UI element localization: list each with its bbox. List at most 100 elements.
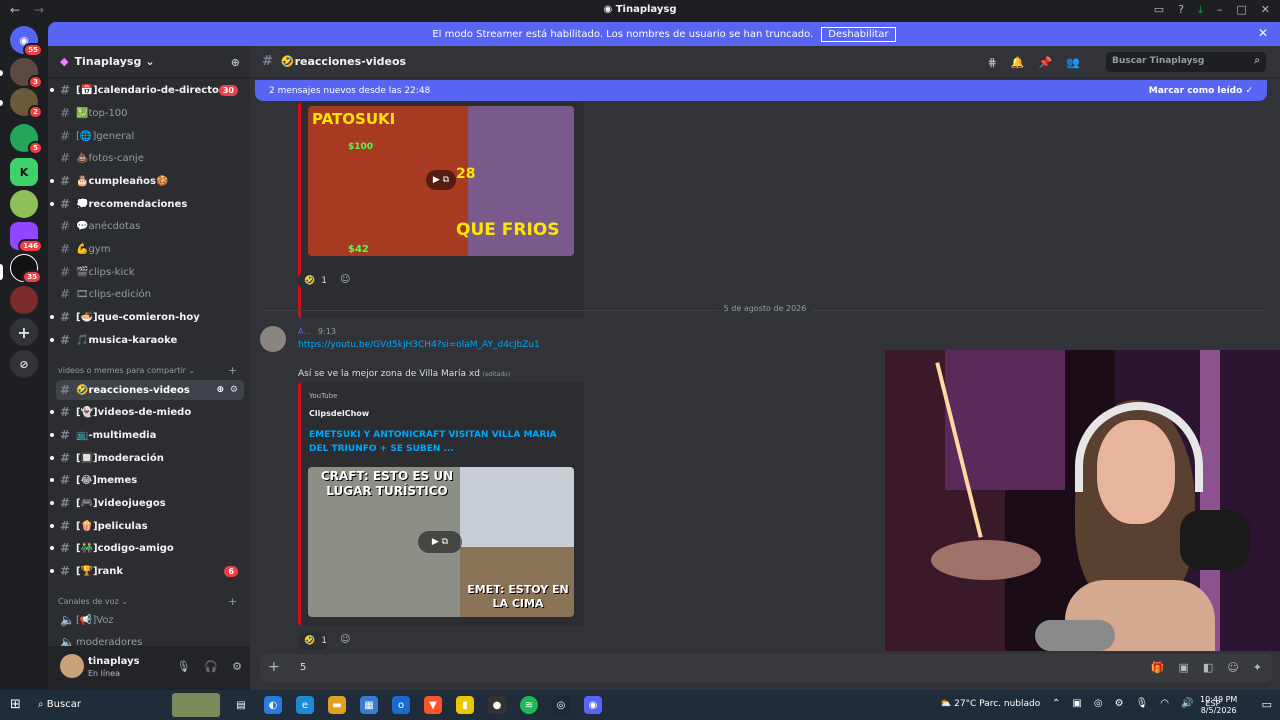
clock[interactable]: 10:49 PM 8/5/2026: [1200, 694, 1237, 716]
server-icon[interactable]: [10, 286, 38, 314]
notes-icon[interactable]: ▮: [456, 696, 474, 714]
discover-icon[interactable]: ⊘: [10, 350, 38, 378]
chevron-up-icon[interactable]: ⌃: [1052, 698, 1060, 709]
help-icon[interactable]: ?: [1178, 3, 1184, 17]
add-server-button[interactable]: +: [10, 318, 38, 346]
disable-streamer-button[interactable]: Deshabilitar: [821, 26, 896, 42]
voice-channel-item[interactable]: 🔈 [📢]Voz: [56, 610, 244, 630]
channel-item[interactable]: # [🔲]moderación: [50, 448, 244, 468]
spotify-icon[interactable]: ≋: [520, 696, 538, 714]
channel-item[interactable]: # [🌐]general: [56, 126, 244, 146]
server-icon[interactable]: [10, 190, 38, 218]
steam-icon[interactable]: ◎: [552, 696, 570, 714]
message-author[interactable]: A...: [298, 327, 311, 336]
channel-item[interactable]: # 📺-multimedia: [50, 425, 244, 445]
bell-icon[interactable]: 🔔: [1011, 56, 1025, 69]
close-icon[interactable]: ✕: [1258, 26, 1268, 40]
channel-item[interactable]: # 💬anécdotas: [56, 216, 244, 236]
new-messages-bar[interactable]: 2 mensajes nuevos desde las 22:48 Marcar…: [255, 80, 1267, 101]
channel-item[interactable]: # [👻]videos-de-miedo: [50, 402, 244, 422]
channel-item[interactable]: # [👬]codigo-amigo: [50, 538, 244, 558]
add-reaction-icon[interactable]: ☺: [340, 274, 350, 285]
volume-icon[interactable]: 🔊: [1181, 698, 1193, 709]
taskbar-search[interactable]: ⌕ Buscar: [38, 699, 81, 710]
tray-app-icon[interactable]: ▣: [1072, 698, 1081, 709]
channel-item[interactable]: # [🎮]videojuegos: [50, 493, 244, 513]
brave-icon[interactable]: ▼: [424, 696, 442, 714]
discord-icon[interactable]: ◉: [584, 696, 602, 714]
file-explorer-icon[interactable]: ▬: [328, 696, 346, 714]
inbox-icon[interactable]: ▭: [1154, 3, 1164, 17]
embed-author[interactable]: ClipsdelChow: [309, 409, 369, 418]
channel-item[interactable]: # 🎂cumpleaños🍪: [50, 171, 244, 191]
mark-read-button[interactable]: Marcar como leído ✓: [1149, 86, 1253, 96]
microphone-icon[interactable]: 🎙: [176, 660, 190, 673]
twitch-server-icon[interactable]: 146: [10, 222, 43, 253]
emoji-icon[interactable]: ☺: [1227, 661, 1238, 674]
edge-icon[interactable]: e: [296, 696, 314, 714]
obs-icon[interactable]: ●: [488, 696, 506, 714]
category-header[interactable]: videos o memes para compartir ⌄ +: [58, 364, 237, 377]
windows-start-icon[interactable]: ⊞: [10, 697, 21, 712]
tray-app-icon[interactable]: ◎: [1094, 698, 1103, 709]
download-icon[interactable]: ⤓: [1198, 3, 1203, 17]
server-icon[interactable]: 5: [10, 124, 43, 155]
invite-icon[interactable]: ⊕: [216, 385, 224, 395]
channel-item[interactable]: # 🎵musica-karaoke: [50, 330, 244, 350]
category-header[interactable]: Canales de voz ⌄ +: [58, 595, 237, 608]
channel-item[interactable]: # [📅]calendario-de-directo 30: [50, 80, 244, 100]
invite-people-icon[interactable]: ⊕: [231, 56, 240, 69]
outlook-icon[interactable]: o: [392, 696, 410, 714]
maximize-button[interactable]: □: [1236, 3, 1246, 17]
sticker-icon[interactable]: ◧: [1203, 661, 1213, 674]
avatar[interactable]: [260, 326, 286, 352]
store-icon[interactable]: ▦: [360, 696, 378, 714]
gif-icon[interactable]: ▣: [1179, 661, 1189, 674]
create-channel-icon[interactable]: +: [228, 595, 237, 608]
headphones-icon[interactable]: 🎧: [204, 660, 218, 673]
channel-item[interactable]: # 💩fotos-canje: [56, 148, 244, 168]
server-icon[interactable]: 2: [10, 88, 43, 119]
channel-item[interactable]: # 💭recomendaciones: [50, 194, 244, 214]
message-input[interactable]: + 5 🎁 ▣ ◧ ☺ ✦: [260, 654, 1272, 682]
server-icon[interactable]: 3: [10, 58, 43, 89]
channel-item[interactable]: # 🎞clips-edición: [56, 284, 244, 304]
attach-plus-icon[interactable]: +: [268, 659, 280, 675]
channel-item[interactable]: # [🍜]que-comieron-hoy: [50, 307, 244, 327]
channel-item[interactable]: # 💹top-100: [56, 103, 244, 123]
gear-icon[interactable]: ⚙: [232, 660, 242, 673]
avatar[interactable]: [60, 654, 84, 678]
channel-item[interactable]: # 💪gym: [56, 239, 244, 259]
threads-icon[interactable]: ⋕: [988, 56, 997, 69]
copilot-icon[interactable]: ◐: [264, 696, 282, 714]
create-channel-icon[interactable]: +: [228, 364, 237, 377]
channel-item[interactable]: # [🍿]peliculas: [50, 516, 244, 536]
minimize-button[interactable]: –: [1217, 3, 1223, 17]
tray-app-icon[interactable]: ⚙: [1115, 698, 1124, 709]
members-icon[interactable]: 👥: [1066, 56, 1080, 69]
gift-icon[interactable]: 🎁: [1151, 661, 1165, 674]
embed-title[interactable]: EMETSUKI Y ANTONICRAFT VISITAN VILLA MAR…: [309, 428, 569, 456]
play-icon[interactable]: ▶ ⧉: [426, 170, 456, 190]
message-link[interactable]: https://youtu.be/GVd5kjH3CH4?si=olaM_AY_…: [298, 340, 540, 350]
channel-item-active[interactable]: # 🤣reacciones-videos ⚙ ⊕: [56, 380, 244, 400]
apps-icon[interactable]: ✦: [1253, 661, 1262, 674]
video-thumbnail[interactable]: CRAFT: ESTO ES UN LUGAR TURÍSTICO EMET: …: [308, 467, 574, 617]
video-thumbnail[interactable]: PATOSUKI $100 $42 28 QUE FRIOS ▶ ⧉: [308, 106, 574, 256]
add-reaction-icon[interactable]: ☺: [340, 634, 350, 645]
close-window-button[interactable]: ✕: [1261, 3, 1270, 17]
weather-widget[interactable]: ⛅ 27°C Parc. nublado: [940, 699, 1040, 709]
channel-item[interactable]: # [🏆]rank 6: [50, 561, 244, 581]
channel-item[interactable]: # 🎬clips-kick: [56, 262, 244, 282]
wifi-icon[interactable]: ◠: [1160, 698, 1169, 709]
server-icon[interactable]: 35: [10, 254, 42, 284]
reaction-button[interactable]: 🤣 1: [298, 272, 328, 290]
channel-settings-icon[interactable]: ⚙: [230, 385, 238, 395]
notifications-icon[interactable]: ▭: [1262, 698, 1272, 711]
reaction-button[interactable]: 🤣 1: [298, 632, 328, 650]
task-view-icon[interactable]: ▤: [232, 696, 250, 714]
home-button[interactable]: ◉ 55: [10, 26, 43, 57]
play-icon[interactable]: ▶ ⧉: [418, 531, 462, 553]
channel-item[interactable]: # [😂]memes: [50, 470, 244, 490]
server-header[interactable]: ◆ Tinaplaysg ⌄ ⊕: [48, 46, 250, 78]
